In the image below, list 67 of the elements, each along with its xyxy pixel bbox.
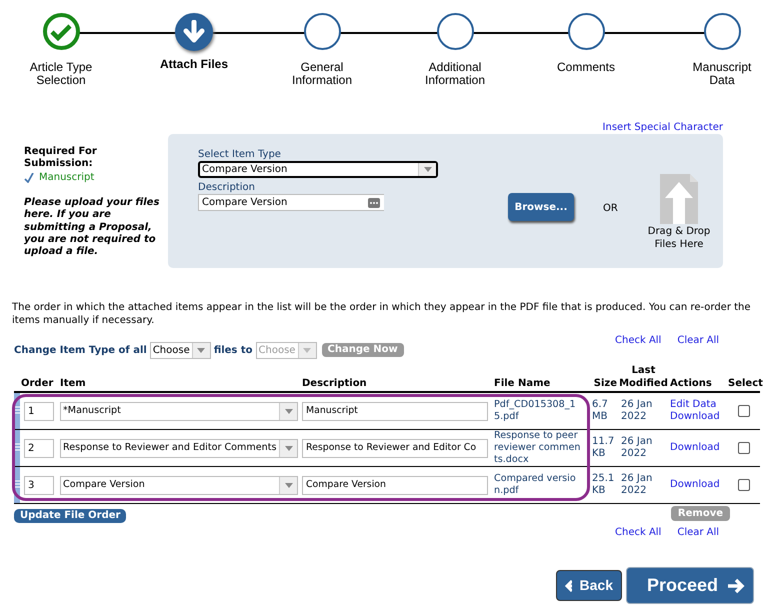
file-name: Pdf_CD015308_15.pdf <box>494 399 577 423</box>
browse-button[interactable]: Browse... <box>508 193 574 221</box>
item-dropdown[interactable]: *Manuscript <box>60 402 298 420</box>
item-dropdown[interactable]: Response to Reviewer and Editor Comments <box>60 438 298 458</box>
step-label: General Information <box>290 61 354 86</box>
file-size: 11.7 KB <box>591 436 616 460</box>
description-field[interactable]: Manuscript <box>302 402 488 420</box>
order-field[interactable]: 1 <box>24 402 54 420</box>
order-field[interactable]: 2 <box>24 438 54 458</box>
field-label: Select Item Type <box>198 148 282 161</box>
item-dropdown[interactable]: Compare Version <box>60 476 298 494</box>
change-type-label: files to <box>214 344 253 358</box>
select-checkbox[interactable] <box>738 405 750 417</box>
column-header: Description <box>302 377 368 390</box>
column-header: Order <box>20 377 54 390</box>
or-text: OR <box>603 202 618 216</box>
column-header: Actions <box>670 377 713 390</box>
step-circle[interactable] <box>436 13 474 50</box>
check-all-link[interactable]: Check All <box>615 333 662 348</box>
proceed-button[interactable]: Proceed <box>626 567 754 604</box>
back-button[interactable]: Back <box>556 570 622 601</box>
step-label: Attach Files <box>158 58 229 71</box>
requirement-heading: Required For Submission: <box>24 146 98 170</box>
file-name: Compared version.pdf <box>494 473 577 497</box>
file-size: 6.7 MB <box>591 399 609 423</box>
left-arrow-icon <box>565 580 572 592</box>
step-circle[interactable] <box>704 13 740 50</box>
order-instructions: The order in which the attached items appear in the list will be the order in which they appear in the PDF file that is produced. You can re-order the items manually if necessary. <box>11 301 752 327</box>
select-checkbox[interactable] <box>738 479 750 491</box>
right-arrow-icon <box>727 578 745 594</box>
order-field[interactable]: 3 <box>24 476 54 494</box>
step-label: Additional Information <box>424 61 486 86</box>
step-label: Manuscript Data <box>692 61 752 86</box>
source-type-dropdown[interactable]: Choose <box>150 342 211 358</box>
select-checkbox[interactable] <box>738 442 750 454</box>
step-circle[interactable] <box>568 13 604 50</box>
insert-special-character-link[interactable]: Insert Special Character <box>602 121 723 134</box>
edit-data-link[interactable]: Edit Data <box>670 398 716 411</box>
modified-date: 26 Jan 2022 <box>620 473 654 497</box>
step-circle[interactable] <box>42 13 80 50</box>
description-field[interactable]: Response to Reviewer and Editor Co <box>302 438 488 458</box>
change-type-label: Change Item Type of all <box>14 344 147 358</box>
modified-date: 26 Jan 2022 <box>620 399 654 423</box>
download-link[interactable]: Download <box>670 478 720 492</box>
step-label: Comments <box>556 61 616 74</box>
step-label: Article Type Selection <box>28 61 94 86</box>
upload-instructions: Please upload your files here. If you are submitting a Proposal, you are not required to upload a file. <box>24 197 160 258</box>
field-label: Description <box>198 181 256 194</box>
download-link[interactable]: Download <box>670 442 720 454</box>
column-header: Item <box>60 377 87 390</box>
description-field[interactable]: Compare Version <box>198 194 384 211</box>
description-field[interactable]: Compare Version <box>302 476 488 494</box>
column-header: Size <box>592 377 617 390</box>
update-file-order-button[interactable]: Update File Order <box>14 509 126 523</box>
column-header: File Name <box>494 377 552 390</box>
column-header: Last Modified <box>618 364 669 390</box>
drop-zone-text: Drag & Drop Files Here <box>646 226 712 251</box>
check-all-link[interactable]: Check All <box>615 525 662 540</box>
required-item: Manuscript <box>39 171 94 185</box>
step-circle[interactable] <box>304 13 340 50</box>
download-link[interactable]: Download <box>670 411 720 424</box>
file-name: Response to peer reviewer comments.docx <box>494 430 582 466</box>
item-type-dropdown[interactable]: Compare Version <box>198 161 438 178</box>
modified-date: 26 Jan 2022 <box>620 436 654 460</box>
clear-all-link[interactable]: Clear All <box>677 525 720 540</box>
file-size: 25.1 KB <box>591 473 616 497</box>
clear-all-link[interactable]: Clear All <box>677 333 720 348</box>
